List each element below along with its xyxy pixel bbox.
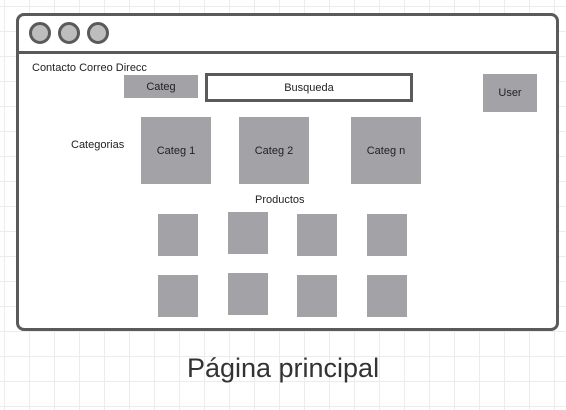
title-bar — [19, 16, 556, 54]
window-control-dot-1[interactable] — [29, 22, 51, 44]
product-thumbnail[interactable] — [367, 214, 407, 256]
product-thumbnail[interactable] — [228, 212, 268, 254]
category-card-1[interactable]: Categ 1 — [141, 117, 211, 184]
categories-label: Categorias — [71, 139, 125, 151]
product-thumbnail[interactable] — [158, 214, 198, 256]
contact-info: Contacto Correo Direcc — [32, 62, 147, 74]
search-label: Busqueda — [284, 81, 334, 94]
category-button[interactable]: Categ — [124, 75, 198, 98]
window-control-dot-3[interactable] — [87, 22, 109, 44]
product-thumbnail[interactable] — [367, 275, 407, 317]
browser-window: Contacto Correo Direcc Categ Busqueda Us… — [16, 13, 559, 331]
page-caption: Página principal — [186, 353, 380, 383]
user-button[interactable]: User — [483, 74, 537, 112]
category-card-n[interactable]: Categ n — [351, 117, 421, 184]
products-label: Productos — [255, 194, 305, 206]
window-control-dot-2[interactable] — [58, 22, 80, 44]
product-thumbnail[interactable] — [228, 273, 268, 315]
search-bar[interactable]: Busqueda — [205, 73, 413, 102]
product-thumbnail[interactable] — [158, 275, 198, 317]
product-thumbnail[interactable] — [297, 214, 337, 256]
product-thumbnail[interactable] — [297, 275, 337, 317]
category-card-2[interactable]: Categ 2 — [239, 117, 309, 184]
